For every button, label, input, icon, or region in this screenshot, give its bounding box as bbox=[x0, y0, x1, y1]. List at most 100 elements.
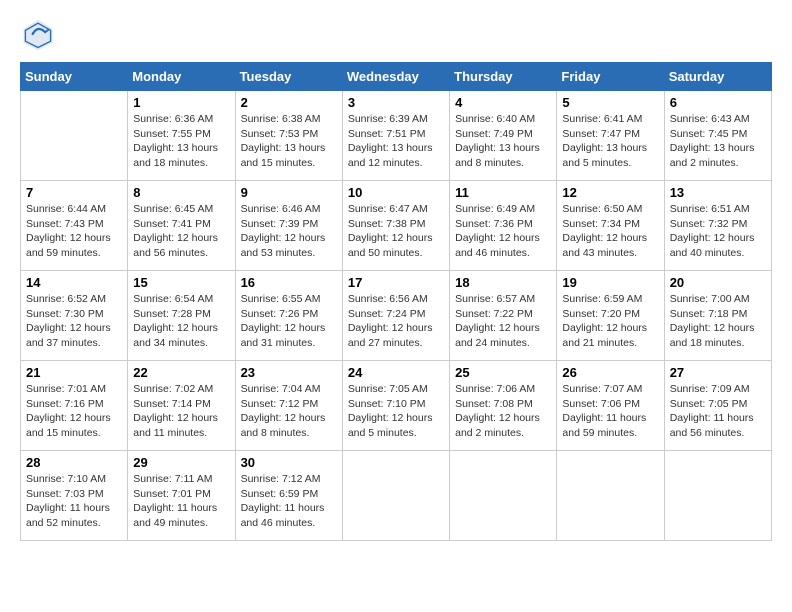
day-number: 27 bbox=[670, 365, 766, 380]
calendar-cell: 25 Sunrise: 7:06 AM Sunset: 7:08 PM Dayli… bbox=[450, 361, 557, 451]
calendar-cell: 6 Sunrise: 6:43 AM Sunset: 7:45 PM Daylig… bbox=[664, 91, 771, 181]
calendar-cell: 24Sunrise: 7:05 AM Sunset: 7:10 PM Dayli… bbox=[342, 361, 449, 451]
calendar-week-3: 14 Sunrise: 6:52 AM Sunset: 7:30 PM Dayli… bbox=[21, 271, 772, 361]
calendar-cell: 19 Sunrise: 6:59 AM Sunset: 7:20 PM Dayli… bbox=[557, 271, 664, 361]
calendar-cell: 5 Sunrise: 6:41 AM Sunset: 7:47 PM Daylig… bbox=[557, 91, 664, 181]
day-info: Sunrise: 7:00 AM Sunset: 7:18 PM Dayligh… bbox=[670, 292, 766, 351]
calendar-cell: 15 Sunrise: 6:54 AM Sunset: 7:28 PM Dayli… bbox=[128, 271, 235, 361]
calendar-cell: 20 Sunrise: 7:00 AM Sunset: 7:18 PM Dayli… bbox=[664, 271, 771, 361]
day-number: 14 bbox=[26, 275, 122, 290]
day-info: Sunrise: 6:55 AM Sunset: 7:26 PM Dayligh… bbox=[241, 292, 337, 351]
day-number: 9 bbox=[241, 185, 337, 200]
day-number: 3 bbox=[348, 95, 444, 110]
calendar-cell: 14 Sunrise: 6:52 AM Sunset: 7:30 PM Dayli… bbox=[21, 271, 128, 361]
calendar-cell: 30 Sunrise: 7:12 AM Sunset: 6:59 PM Dayli… bbox=[235, 451, 342, 541]
day-info: Sunrise: 6:36 AM Sunset: 7:55 PM Dayligh… bbox=[133, 112, 229, 171]
day-info: Sunrise: 6:46 AM Sunset: 7:39 PM Dayligh… bbox=[241, 202, 337, 261]
day-info: Sunrise: 6:52 AM Sunset: 7:30 PM Dayligh… bbox=[26, 292, 122, 351]
calendar-cell: 13Sunrise: 6:51 AM Sunset: 7:32 PM Dayli… bbox=[664, 181, 771, 271]
calendar-week-5: 28 Sunrise: 7:10 AM Sunset: 7:03 PM Dayli… bbox=[21, 451, 772, 541]
calendar-cell bbox=[21, 91, 128, 181]
day-number: 25 bbox=[455, 365, 551, 380]
day-number: 7 bbox=[26, 185, 122, 200]
day-number: 5 bbox=[562, 95, 658, 110]
calendar-cell: 22 Sunrise: 7:02 AM Sunset: 7:14 PM Dayli… bbox=[128, 361, 235, 451]
day-number: 30 bbox=[241, 455, 337, 470]
day-number: 11 bbox=[455, 185, 551, 200]
day-info: Sunrise: 7:12 AM Sunset: 6:59 PM Dayligh… bbox=[241, 472, 337, 531]
page-header bbox=[20, 16, 772, 52]
column-header-wednesday: Wednesday bbox=[342, 63, 449, 91]
calendar-cell: 16Sunrise: 6:55 AM Sunset: 7:26 PM Dayli… bbox=[235, 271, 342, 361]
calendar-week-2: 7 Sunrise: 6:44 AM Sunset: 7:43 PM Daylig… bbox=[21, 181, 772, 271]
column-header-tuesday: Tuesday bbox=[235, 63, 342, 91]
day-number: 18 bbox=[455, 275, 551, 290]
day-info: Sunrise: 6:54 AM Sunset: 7:28 PM Dayligh… bbox=[133, 292, 229, 351]
day-info: Sunrise: 7:02 AM Sunset: 7:14 PM Dayligh… bbox=[133, 382, 229, 441]
day-info: Sunrise: 6:57 AM Sunset: 7:22 PM Dayligh… bbox=[455, 292, 551, 351]
calendar-cell: 21 Sunrise: 7:01 AM Sunset: 7:16 PM Dayli… bbox=[21, 361, 128, 451]
day-number: 10 bbox=[348, 185, 444, 200]
day-info: Sunrise: 7:06 AM Sunset: 7:08 PM Dayligh… bbox=[455, 382, 551, 441]
day-info: Sunrise: 6:38 AM Sunset: 7:53 PM Dayligh… bbox=[241, 112, 337, 171]
calendar-cell bbox=[664, 451, 771, 541]
calendar-cell: 26 Sunrise: 7:07 AM Sunset: 7:06 PM Dayli… bbox=[557, 361, 664, 451]
calendar-cell: 1 Sunrise: 6:36 AM Sunset: 7:55 PM Daylig… bbox=[128, 91, 235, 181]
calendar-cell: 12Sunrise: 6:50 AM Sunset: 7:34 PM Dayli… bbox=[557, 181, 664, 271]
calendar-cell: 29Sunrise: 7:11 AM Sunset: 7:01 PM Dayli… bbox=[128, 451, 235, 541]
day-number: 22 bbox=[133, 365, 229, 380]
day-number: 1 bbox=[133, 95, 229, 110]
day-info: Sunrise: 7:07 AM Sunset: 7:06 PM Dayligh… bbox=[562, 382, 658, 441]
calendar-header-row: SundayMondayTuesdayWednesdayThursdayFrid… bbox=[21, 63, 772, 91]
day-number: 6 bbox=[670, 95, 766, 110]
calendar-cell: 3 Sunrise: 6:39 AM Sunset: 7:51 PM Daylig… bbox=[342, 91, 449, 181]
day-number: 28 bbox=[26, 455, 122, 470]
column-header-saturday: Saturday bbox=[664, 63, 771, 91]
day-info: Sunrise: 7:01 AM Sunset: 7:16 PM Dayligh… bbox=[26, 382, 122, 441]
column-header-monday: Monday bbox=[128, 63, 235, 91]
day-info: Sunrise: 6:44 AM Sunset: 7:43 PM Dayligh… bbox=[26, 202, 122, 261]
logo bbox=[20, 16, 60, 52]
calendar-cell: 11 Sunrise: 6:49 AM Sunset: 7:36 PM Dayli… bbox=[450, 181, 557, 271]
day-number: 20 bbox=[670, 275, 766, 290]
column-header-sunday: Sunday bbox=[21, 63, 128, 91]
day-info: Sunrise: 6:47 AM Sunset: 7:38 PM Dayligh… bbox=[348, 202, 444, 261]
day-number: 26 bbox=[562, 365, 658, 380]
day-number: 2 bbox=[241, 95, 337, 110]
calendar-cell: 7 Sunrise: 6:44 AM Sunset: 7:43 PM Daylig… bbox=[21, 181, 128, 271]
day-info: Sunrise: 6:43 AM Sunset: 7:45 PM Dayligh… bbox=[670, 112, 766, 171]
day-info: Sunrise: 6:40 AM Sunset: 7:49 PM Dayligh… bbox=[455, 112, 551, 171]
calendar-cell: 17Sunrise: 6:56 AM Sunset: 7:24 PM Dayli… bbox=[342, 271, 449, 361]
day-number: 23 bbox=[241, 365, 337, 380]
day-number: 21 bbox=[26, 365, 122, 380]
calendar-week-4: 21 Sunrise: 7:01 AM Sunset: 7:16 PM Dayli… bbox=[21, 361, 772, 451]
day-info: Sunrise: 6:49 AM Sunset: 7:36 PM Dayligh… bbox=[455, 202, 551, 261]
calendar-table: SundayMondayTuesdayWednesdayThursdayFrid… bbox=[20, 62, 772, 541]
day-info: Sunrise: 7:04 AM Sunset: 7:12 PM Dayligh… bbox=[241, 382, 337, 441]
calendar-cell: 23 Sunrise: 7:04 AM Sunset: 7:12 PM Dayli… bbox=[235, 361, 342, 451]
day-number: 17 bbox=[348, 275, 444, 290]
logo-icon bbox=[20, 16, 56, 52]
day-number: 15 bbox=[133, 275, 229, 290]
day-number: 8 bbox=[133, 185, 229, 200]
day-info: Sunrise: 6:45 AM Sunset: 7:41 PM Dayligh… bbox=[133, 202, 229, 261]
calendar-cell: 28 Sunrise: 7:10 AM Sunset: 7:03 PM Dayli… bbox=[21, 451, 128, 541]
day-number: 19 bbox=[562, 275, 658, 290]
column-header-thursday: Thursday bbox=[450, 63, 557, 91]
day-number: 29 bbox=[133, 455, 229, 470]
day-info: Sunrise: 6:39 AM Sunset: 7:51 PM Dayligh… bbox=[348, 112, 444, 171]
calendar-cell: 27 Sunrise: 7:09 AM Sunset: 7:05 PM Dayli… bbox=[664, 361, 771, 451]
calendar-cell: 2 Sunrise: 6:38 AM Sunset: 7:53 PM Daylig… bbox=[235, 91, 342, 181]
column-header-friday: Friday bbox=[557, 63, 664, 91]
day-info: Sunrise: 6:59 AM Sunset: 7:20 PM Dayligh… bbox=[562, 292, 658, 351]
calendar-cell bbox=[557, 451, 664, 541]
calendar-cell: 9 Sunrise: 6:46 AM Sunset: 7:39 PM Daylig… bbox=[235, 181, 342, 271]
day-info: Sunrise: 7:09 AM Sunset: 7:05 PM Dayligh… bbox=[670, 382, 766, 441]
day-number: 12 bbox=[562, 185, 658, 200]
day-info: Sunrise: 6:41 AM Sunset: 7:47 PM Dayligh… bbox=[562, 112, 658, 171]
day-info: Sunrise: 6:51 AM Sunset: 7:32 PM Dayligh… bbox=[670, 202, 766, 261]
day-info: Sunrise: 7:10 AM Sunset: 7:03 PM Dayligh… bbox=[26, 472, 122, 531]
calendar-cell: 8 Sunrise: 6:45 AM Sunset: 7:41 PM Daylig… bbox=[128, 181, 235, 271]
calendar-cell: 4 Sunrise: 6:40 AM Sunset: 7:49 PM Daylig… bbox=[450, 91, 557, 181]
day-number: 4 bbox=[455, 95, 551, 110]
